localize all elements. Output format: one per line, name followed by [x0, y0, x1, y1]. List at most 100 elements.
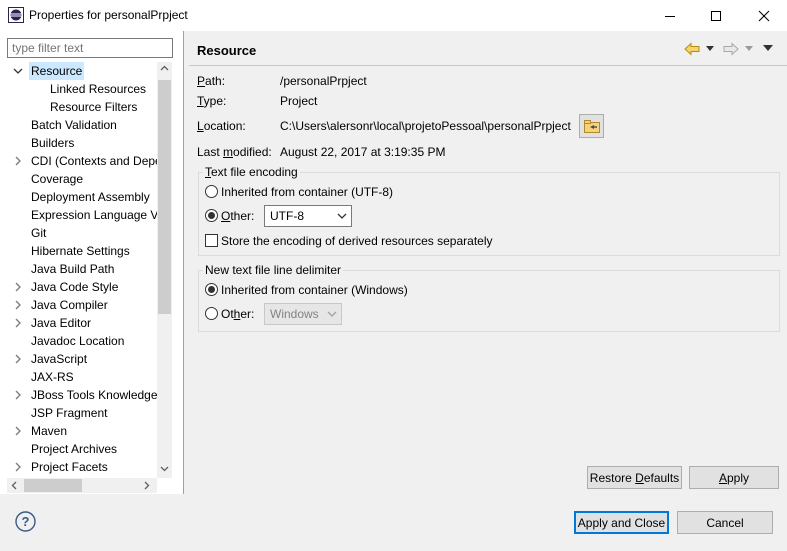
tree-item[interactable]: Java Code Style — [7, 278, 157, 296]
tree-item-label: Git — [31, 226, 47, 240]
location-label: Location: — [197, 119, 246, 133]
tree-item[interactable]: Resource — [7, 62, 157, 80]
encoding-select[interactable]: UTF-8 — [264, 205, 352, 227]
tree-item[interactable]: Builders — [7, 134, 157, 152]
restore-defaults-label: Restore Defaults — [589, 470, 680, 485]
scroll-left-icon[interactable] — [11, 481, 17, 490]
tree-item[interactable]: JBoss Tools Knowledge — [7, 386, 158, 404]
apply-button[interactable]: Apply — [689, 466, 779, 489]
tree-item-label: Maven — [31, 424, 68, 438]
tree-item-label: Javadoc Location — [31, 334, 125, 348]
help-icon[interactable]: ? — [15, 511, 36, 532]
encoding-select-value: UTF-8 — [270, 209, 304, 223]
cancel-button[interactable]: Cancel — [677, 511, 773, 534]
show-in-explorer-button[interactable] — [579, 114, 604, 138]
tree-item-label: Builders — [31, 136, 75, 150]
tree-item-label: Java Compiler — [31, 298, 108, 312]
scroll-right-icon[interactable] — [144, 481, 150, 490]
delimiter-inherited-radio[interactable] — [205, 283, 218, 296]
type-value: Project — [280, 94, 318, 108]
tree-item[interactable]: Git — [7, 224, 157, 242]
title-separator — [189, 65, 787, 66]
tree-item[interactable]: Deployment Assembly — [7, 188, 157, 206]
eclipse-app-icon — [8, 7, 24, 23]
tree-item[interactable]: Javadoc Location — [7, 332, 157, 350]
tree-item[interactable]: JavaScript — [7, 350, 157, 368]
chevron-right-icon[interactable] — [13, 462, 23, 472]
tree-item[interactable]: Hibernate Settings — [7, 242, 157, 260]
tree-item-label: JSP Fragment — [31, 406, 108, 420]
tree-item-label: JavaScript — [31, 352, 88, 366]
tree-item-label: Linked Resources — [50, 82, 147, 96]
chevron-right-icon[interactable] — [13, 282, 23, 292]
view-menu-icon[interactable] — [763, 45, 773, 51]
tree-item[interactable]: Linked Resources — [7, 80, 157, 98]
scroll-up-icon[interactable] — [160, 65, 169, 71]
tree-item-label: Resource — [29, 62, 85, 80]
store-derived-encoding-checkbox[interactable] — [205, 234, 218, 247]
close-button[interactable] — [741, 0, 787, 31]
chevron-right-icon[interactable] — [13, 318, 23, 328]
tree-item-label: JAX-RS — [31, 370, 74, 384]
chevron-right-icon[interactable] — [13, 300, 23, 310]
maximize-icon — [711, 10, 721, 21]
location-value: C:\Users\alersonr\local\projetoPessoal\p… — [280, 119, 571, 133]
tree-item[interactable]: CDI (Contexts and Depe — [7, 152, 162, 170]
tree-item[interactable]: Resource Filters — [7, 98, 157, 116]
minimize-button[interactable] — [647, 0, 693, 31]
tree-item-label: Java Code Style — [31, 280, 119, 294]
chevron-right-icon[interactable] — [13, 426, 23, 436]
chevron-right-icon[interactable] — [13, 390, 23, 400]
tree-horizontal-scroll-thumb[interactable] — [24, 479, 82, 492]
tree-item[interactable]: Java Compiler — [7, 296, 157, 314]
tree-item-label: Project Archives — [31, 442, 118, 456]
path-value: /personalPrpject — [280, 74, 367, 88]
scroll-down-icon[interactable] — [160, 466, 169, 472]
delimiter-other-radio[interactable] — [205, 307, 218, 320]
tree-item[interactable]: JSP Fragment — [7, 404, 157, 422]
tree-item[interactable]: Project Facets — [7, 458, 157, 476]
back-menu-chevron-icon[interactable] — [706, 46, 714, 51]
apply-and-close-button[interactable]: Apply and Close — [574, 511, 669, 534]
close-icon — [758, 10, 770, 21]
maximize-button[interactable] — [693, 0, 739, 31]
chevron-right-icon[interactable] — [13, 156, 23, 166]
type-label: Type: — [197, 94, 227, 108]
radio-selected-dot — [208, 212, 215, 219]
last-modified-value: August 22, 2017 at 3:19:35 PM — [280, 145, 446, 159]
restore-defaults-button[interactable]: Restore Defaults — [587, 466, 682, 489]
back-arrow-icon[interactable] — [684, 42, 700, 56]
encoding-other-label: Other: — [221, 209, 255, 223]
tree-item[interactable]: JAX-RS — [7, 368, 157, 386]
minimize-icon — [665, 15, 675, 17]
tree-item[interactable]: Java Build Path — [7, 260, 157, 278]
chevron-down-icon[interactable] — [13, 66, 23, 76]
tree-item-label: Java Build Path — [31, 262, 115, 276]
forward-menu-chevron-icon[interactable] — [745, 46, 753, 51]
tree-item[interactable]: Expression Language Va — [7, 206, 164, 224]
tree-item-label: Project Facets — [31, 460, 108, 474]
tree-item[interactable]: Coverage — [7, 170, 157, 188]
encoding-inherited-radio[interactable] — [205, 185, 218, 198]
tree-item[interactable]: Project Archives — [7, 440, 157, 458]
tree-vertical-scroll-thumb[interactable] — [158, 80, 171, 314]
open-folder-icon — [583, 119, 600, 133]
delimiter-other-label: Other: — [221, 307, 255, 321]
chevron-down-icon — [327, 311, 337, 317]
forward-arrow-icon[interactable] — [723, 42, 739, 56]
filter-input[interactable] — [7, 38, 173, 58]
apply-label: Apply — [718, 470, 750, 485]
delimiter-select-value: Windows — [270, 307, 319, 321]
tree-item[interactable]: Maven — [7, 422, 157, 440]
title-bar: Properties for personalPrpject — [0, 0, 787, 31]
tree-item-label: Coverage — [31, 172, 84, 186]
chevron-right-icon[interactable] — [13, 354, 23, 364]
tree-item-label: Batch Validation — [31, 118, 117, 132]
delimiter-select[interactable]: Windows — [264, 303, 342, 325]
delimiter-inherited-label: Inherited from container (Windows) — [221, 283, 408, 297]
window-title: Properties for personalPrpject — [29, 8, 188, 22]
tree-item[interactable]: Batch Validation — [7, 116, 157, 134]
store-derived-encoding-label: Store the encoding of derived resources … — [221, 234, 493, 248]
tree-item[interactable]: Java Editor — [7, 314, 157, 332]
encoding-other-radio[interactable] — [205, 209, 218, 222]
